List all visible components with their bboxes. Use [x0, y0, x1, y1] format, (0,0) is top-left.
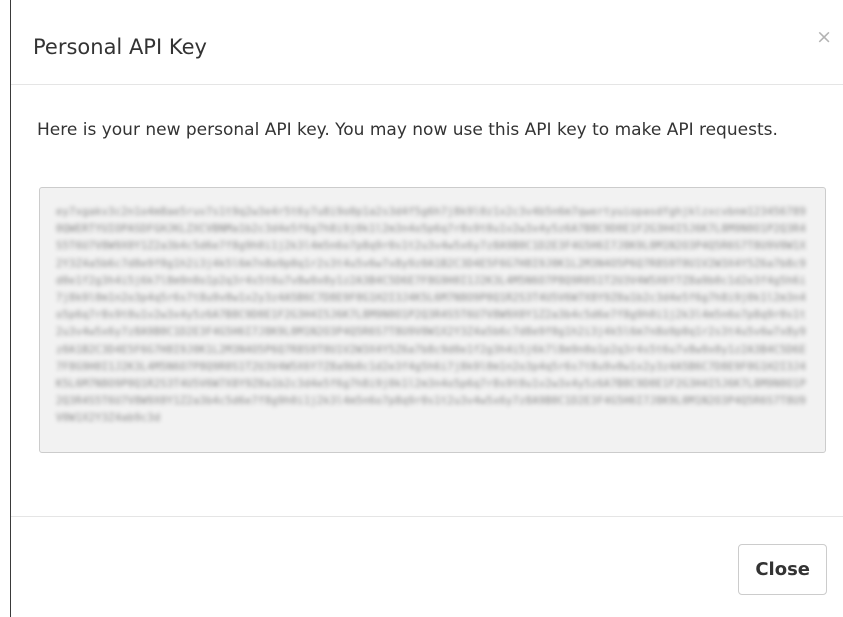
modal-body: Here is your new personal API key. You m…: [11, 86, 843, 516]
modal-title: Personal API Key: [33, 35, 207, 59]
modal-header: Personal API Key ×: [11, 0, 843, 85]
api-key-textarea[interactable]: ey7xgakv3c2n1o4m8ae5ruv7s1t9q2w3e4r5t6y7…: [39, 187, 826, 453]
modal-footer: Close: [11, 516, 843, 617]
api-key-modal: Personal API Key × Here is your new pers…: [0, 0, 843, 617]
close-icon[interactable]: ×: [816, 27, 832, 47]
api-key-value: ey7xgakv3c2n1o4m8ae5ruv7s1t9q2w3e4r5t6y7…: [56, 206, 806, 425]
close-button[interactable]: Close: [738, 544, 827, 595]
api-key-message: Here is your new personal API key. You m…: [37, 120, 778, 140]
